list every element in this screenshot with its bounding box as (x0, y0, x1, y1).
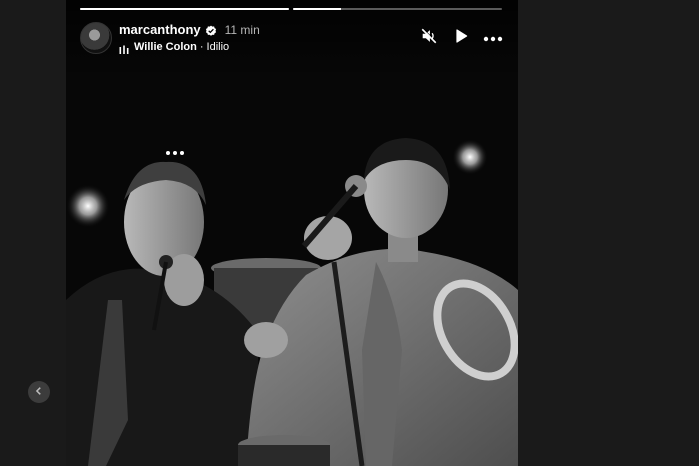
progress-fill (80, 8, 289, 10)
more-horizontal-icon (165, 143, 185, 161)
play-button[interactable] (450, 27, 472, 49)
play-icon (453, 28, 469, 49)
music-separator: · (199, 40, 204, 53)
story-meta: marcanthony 11 min Willie Colon · Idilio (119, 22, 260, 55)
previous-story-button[interactable] (28, 381, 50, 403)
sticker-more-button[interactable] (164, 146, 186, 158)
music-song: Idilio (206, 40, 230, 53)
speaker-muted-icon (420, 27, 438, 50)
mute-button[interactable] (418, 27, 440, 49)
verified-badge-icon (205, 24, 217, 36)
chevron-left-icon (34, 383, 44, 401)
progress-segment (80, 8, 289, 10)
username[interactable]: marcanthony (119, 22, 201, 37)
music-bars-icon (119, 42, 129, 54)
avatar[interactable] (80, 22, 112, 54)
story-progress (80, 8, 502, 10)
music-info[interactable]: Willie Colon · Idilio (119, 39, 260, 55)
more-options-button[interactable] (482, 27, 504, 49)
more-horizontal-icon (483, 29, 503, 47)
story-viewer[interactable]: marcanthony 11 min Willie Colon · Idilio (66, 0, 518, 466)
progress-segment (293, 8, 502, 10)
progress-fill (293, 8, 342, 10)
story-header: marcanthony 11 min Willie Colon · Idilio (80, 21, 504, 55)
time-ago: 11 min (224, 22, 260, 37)
music-artist: Willie Colon (134, 40, 197, 53)
story-controls (408, 27, 504, 49)
